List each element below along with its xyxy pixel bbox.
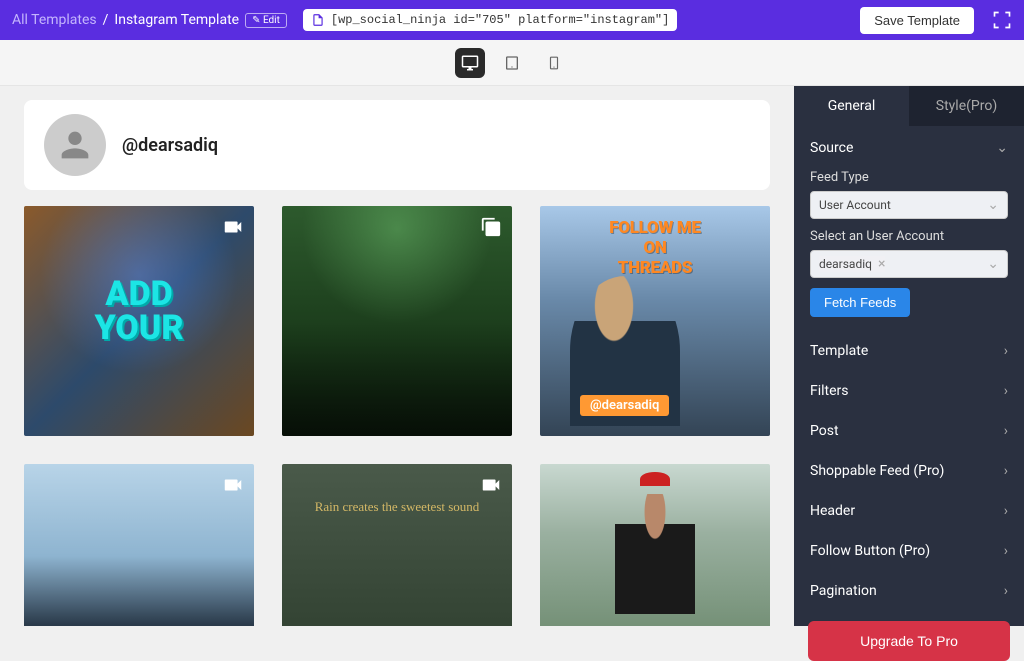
shortcode-text: [wp_social_ninja id="705" platform="inst… xyxy=(331,13,669,27)
feed-tile[interactable]: ADDYOUR xyxy=(24,206,254,436)
sidebar-tabs: General Style(Pro) xyxy=(794,86,1024,126)
feed-type-select[interactable]: User Account ⌄ xyxy=(810,191,1008,219)
fullscreen-icon[interactable] xyxy=(992,10,1012,30)
video-icon xyxy=(480,474,502,496)
section-source[interactable]: Source ⌄ xyxy=(794,126,1024,170)
tile-tag: @dearsadiq xyxy=(580,395,669,416)
section-follow-button[interactable]: Follow Button (Pro)› xyxy=(794,531,1024,571)
desktop-icon xyxy=(461,54,479,72)
username-text: @dearsadiq xyxy=(122,135,218,156)
settings-sidebar: General Style(Pro) Source ⌄ Feed Type Us… xyxy=(794,86,1024,626)
fetch-feeds-button[interactable]: Fetch Feeds xyxy=(810,288,910,317)
chevron-right-icon: › xyxy=(1004,543,1008,559)
section-header[interactable]: Header› xyxy=(794,491,1024,531)
chevron-right-icon: › xyxy=(1004,383,1008,399)
video-icon xyxy=(222,474,244,496)
feed-tile[interactable] xyxy=(24,464,254,626)
avatar xyxy=(44,114,106,176)
topbar: All Templates / Instagram Template ✎ Edi… xyxy=(0,0,1024,40)
breadcrumb: All Templates / Instagram Template ✎ Edi… xyxy=(12,12,287,28)
section-shoppable[interactable]: Shoppable Feed (Pro)› xyxy=(794,451,1024,491)
section-post[interactable]: Post› xyxy=(794,411,1024,451)
chevron-down-icon: ⌄ xyxy=(996,140,1008,156)
tile-overlay-text: FOLLOW ME ONTHREADS xyxy=(598,218,713,278)
tab-style[interactable]: Style(Pro) xyxy=(909,86,1024,126)
save-button[interactable]: Save Template xyxy=(860,7,974,34)
person-icon xyxy=(55,125,95,165)
section-filters[interactable]: Filters› xyxy=(794,371,1024,411)
section-source-body: Feed Type User Account ⌄ Select an User … xyxy=(794,170,1024,331)
section-title: Source xyxy=(810,140,853,156)
profile-header: @dearsadiq xyxy=(24,100,770,190)
section-pagination[interactable]: Pagination› xyxy=(794,571,1024,611)
preview-panel: @dearsadiq ADDYOUR FOLLOW ME ONTHREADS @… xyxy=(0,86,794,626)
tile-overlay-text: ADDYOUR xyxy=(94,277,183,345)
device-toolbar xyxy=(0,40,1024,86)
feed-tile[interactable]: Rain creates the sweetest sound xyxy=(282,464,512,626)
feed-tile[interactable]: FOLLOW ME ONTHREADS @dearsadiq xyxy=(540,206,770,436)
tab-general[interactable]: General xyxy=(794,86,909,126)
feed-type-label: Feed Type xyxy=(810,170,1008,185)
close-icon[interactable]: × xyxy=(878,256,885,272)
chevron-down-icon: ⌄ xyxy=(987,197,999,213)
video-icon xyxy=(222,216,244,238)
chevron-right-icon: › xyxy=(1004,503,1008,519)
document-icon xyxy=(311,13,325,27)
breadcrumb-current: Instagram Template xyxy=(114,12,239,28)
account-label: Select an User Account xyxy=(810,229,1008,244)
tile-overlay-text: Rain creates the sweetest sound xyxy=(315,499,480,515)
device-mobile-button[interactable] xyxy=(539,48,569,78)
section-template[interactable]: Template› xyxy=(794,331,1024,371)
device-desktop-button[interactable] xyxy=(455,48,485,78)
chevron-down-icon: ⌄ xyxy=(987,256,999,272)
edit-button[interactable]: ✎ Edit xyxy=(245,13,287,28)
feed-grid: ADDYOUR FOLLOW ME ONTHREADS @dearsadiq R… xyxy=(24,206,770,626)
chevron-right-icon: › xyxy=(1004,463,1008,479)
chevron-right-icon: › xyxy=(1004,423,1008,439)
feed-tile[interactable] xyxy=(282,206,512,436)
account-select[interactable]: dearsadiq× ⌄ xyxy=(810,250,1008,278)
breadcrumb-all-templates[interactable]: All Templates xyxy=(12,12,97,28)
chevron-right-icon: › xyxy=(1004,343,1008,359)
device-tablet-button[interactable] xyxy=(497,48,527,78)
chevron-right-icon: › xyxy=(1004,583,1008,599)
shortcode-display[interactable]: [wp_social_ninja id="705" platform="inst… xyxy=(303,9,677,31)
mobile-icon xyxy=(547,56,561,70)
feed-tile[interactable] xyxy=(540,464,770,626)
upgrade-button[interactable]: Upgrade To Pro xyxy=(808,621,1010,661)
tablet-icon xyxy=(504,55,520,71)
carousel-icon xyxy=(480,216,502,238)
